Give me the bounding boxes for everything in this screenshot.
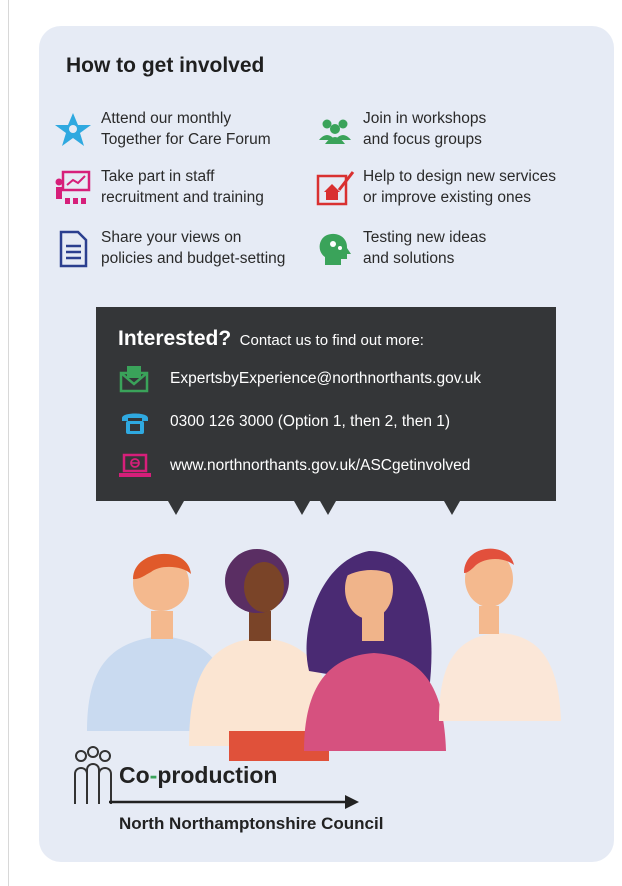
envelope-icon bbox=[119, 366, 149, 393]
contact-website-row: www.northnorthants.gov.uk/ASCgetinvolved bbox=[118, 452, 470, 480]
item-line: Together for Care Forum bbox=[101, 131, 271, 148]
group-icon bbox=[319, 119, 351, 144]
item-text: Testing new ideas and solutions bbox=[363, 227, 486, 269]
people-illustration bbox=[87, 548, 561, 761]
item-line: Attend our monthly bbox=[101, 110, 232, 127]
item-line: policies and budget-setting bbox=[101, 250, 286, 267]
head-ideas-icon bbox=[319, 233, 351, 265]
item-line: and solutions bbox=[363, 250, 455, 267]
contact-title: Interested? bbox=[118, 327, 232, 350]
info-card: How to get involved Attend our monthly T… bbox=[39, 26, 614, 862]
list-item-forum: Attend our monthly Together for Care For… bbox=[53, 110, 271, 150]
logo-production: production bbox=[157, 762, 278, 788]
list-item-design: Help to design new services or improve e… bbox=[315, 168, 556, 208]
presentation-icon bbox=[55, 170, 91, 204]
item-line: or improve existing ones bbox=[363, 189, 531, 206]
laptop-globe-icon bbox=[119, 453, 151, 477]
item-line: Share your views on bbox=[101, 229, 242, 246]
contact-email-row: ExpertsbyExperience@northnorthants.gov.u… bbox=[118, 365, 481, 393]
website-link[interactable]: www.northnorthants.gov.uk/ASCgetinvolved bbox=[170, 457, 470, 475]
star-people-icon bbox=[55, 113, 91, 146]
contact-box: Interested? Contact us to find out more:… bbox=[96, 307, 556, 501]
item-line: and focus groups bbox=[363, 131, 482, 148]
item-text: Join in workshops and focus groups bbox=[363, 108, 486, 150]
council-name: North Northamptonshire Council bbox=[119, 814, 384, 833]
logo-co: Co bbox=[119, 762, 150, 788]
email-link[interactable]: ExpertsbyExperience@northnorthants.gov.u… bbox=[170, 370, 481, 388]
item-line: recruitment and training bbox=[101, 189, 264, 206]
list-item-views: Share your views on policies and budget-… bbox=[53, 229, 285, 269]
document-icon bbox=[59, 230, 88, 268]
list-item-recruitment: Take part in staff recruitment and train… bbox=[53, 168, 264, 208]
contact-heading: Interested? Contact us to find out more: bbox=[118, 327, 424, 351]
item-text: Help to design new services or improve e… bbox=[363, 166, 556, 208]
coproduction-logo: Co-production North Northamptonshire Cou… bbox=[67, 744, 427, 844]
house-design-icon bbox=[316, 171, 355, 206]
list-item-testing: Testing new ideas and solutions bbox=[315, 229, 486, 269]
page-title: How to get involved bbox=[66, 54, 265, 77]
item-text: Share your views on policies and budget-… bbox=[101, 227, 285, 269]
item-line: Help to design new services bbox=[363, 168, 556, 185]
item-text: Take part in staff recruitment and train… bbox=[101, 166, 264, 208]
list-item-workshops: Join in workshops and focus groups bbox=[315, 110, 486, 150]
item-text: Attend our monthly Together for Care For… bbox=[101, 108, 271, 150]
contact-phone-row: 0300 126 3000 (Option 1, then 2, then 1) bbox=[118, 408, 450, 436]
logo-wordmark: Co-production bbox=[119, 762, 277, 789]
item-line: Take part in staff bbox=[101, 168, 215, 185]
contact-subtitle: Contact us to find out more: bbox=[239, 332, 424, 349]
logo-arrow bbox=[109, 795, 359, 809]
page-edge-line bbox=[8, 0, 9, 886]
telephone-icon bbox=[122, 413, 148, 434]
phone-link[interactable]: 0300 126 3000 (Option 1, then 2, then 1) bbox=[170, 413, 450, 431]
item-line: Join in workshops bbox=[363, 110, 487, 127]
item-line: Testing new ideas bbox=[363, 229, 487, 246]
